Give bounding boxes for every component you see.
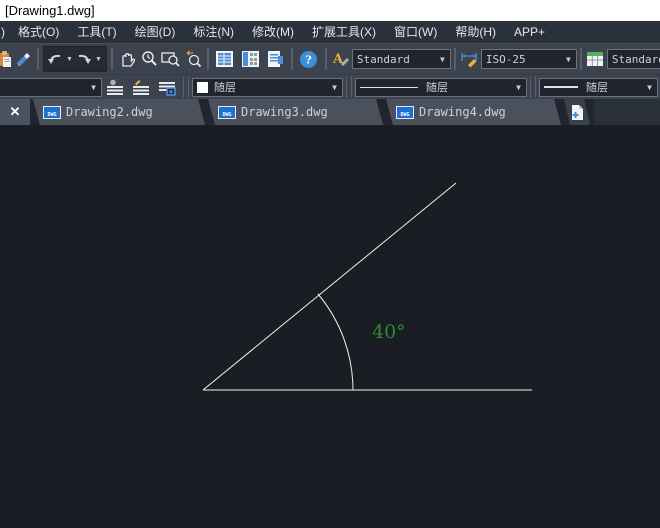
- lineweight-value: 随层: [586, 79, 608, 95]
- color-swatch: [197, 82, 208, 93]
- lineweight-sample: [544, 86, 578, 88]
- diagonal-line: [203, 183, 456, 390]
- sheet-set-icon[interactable]: [264, 47, 288, 71]
- window-title: [Drawing1.dwg]: [5, 3, 95, 18]
- table-style-combobox[interactable]: Standard ▼: [607, 49, 660, 69]
- pan-icon[interactable]: [116, 47, 138, 71]
- zoom-realtime-icon[interactable]: [138, 47, 160, 71]
- redo-icon[interactable]: [75, 47, 93, 71]
- layer-states-icon[interactable]: [128, 75, 154, 99]
- dim-style-combobox[interactable]: ISO-25 ▼: [481, 49, 577, 69]
- zoom-window-icon[interactable]: [160, 47, 182, 71]
- chevron-down-icon[interactable]: ▼: [564, 55, 573, 64]
- tab-drawing4[interactable]: DWG Drawing4.dwg: [386, 99, 561, 125]
- menu-item-dimension[interactable]: 标注(N): [184, 21, 243, 43]
- toolbar-separator: [530, 76, 536, 98]
- chevron-down-icon[interactable]: ▼: [514, 83, 523, 92]
- table-style-icon[interactable]: [585, 47, 607, 71]
- chevron-down-icon[interactable]: ▼: [330, 83, 339, 92]
- close-icon: ✕: [10, 104, 21, 120]
- undo-redo-group: ▼ ▼: [43, 46, 107, 72]
- tab-drawing3[interactable]: DWG Drawing3.dwg: [208, 99, 383, 125]
- tab-label: Drawing2.dwg: [66, 105, 153, 119]
- svg-text:?: ?: [306, 53, 312, 66]
- angle-dimension-label: 40°: [372, 321, 406, 343]
- tab-bar-spacer: [594, 99, 660, 125]
- color-value: 随层: [214, 79, 236, 95]
- title-bar: [Drawing1.dwg]: [0, 0, 660, 21]
- linetype-value: 随层: [426, 79, 448, 95]
- menu-item-draw[interactable]: 绘图(D): [126, 21, 185, 43]
- menu-item-partial[interactable]: ): [1, 25, 9, 39]
- application-window: [Drawing1.dwg] ) 格式(O) 工具(T) 绘图(D) 标注(N)…: [0, 0, 660, 528]
- text-style-combobox[interactable]: Standard ▼: [352, 49, 451, 69]
- redo-dropdown-icon[interactable]: ▼: [93, 56, 104, 63]
- linetype-sample: [360, 87, 418, 88]
- tab-drawing2[interactable]: DWG Drawing2.dwg: [33, 99, 205, 125]
- dim-style-icon[interactable]: [459, 47, 481, 71]
- text-style-icon[interactable]: A: [330, 47, 352, 71]
- menu-item-help[interactable]: 帮助(H): [446, 21, 505, 43]
- help-icon[interactable]: ?: [296, 47, 322, 71]
- dwg-file-icon: DWG: [396, 106, 414, 119]
- layer-properties-icon[interactable]: [102, 75, 128, 99]
- color-combobox[interactable]: 随层 ▼: [192, 78, 343, 97]
- angle-arc: [318, 294, 353, 390]
- menu-item-modify[interactable]: 修改(M): [243, 21, 303, 43]
- menu-item-format[interactable]: 格式(O): [9, 21, 68, 43]
- new-file-icon: [570, 104, 585, 121]
- menu-item-tools[interactable]: 工具(T): [68, 21, 125, 43]
- toolbar-separator: [37, 48, 39, 70]
- dwg-file-icon: DWG: [218, 106, 236, 119]
- toolbar-layers-properties: ▼ 随层 ▼ 随层 ▼ 随层 ▼: [0, 74, 660, 99]
- text-style-value: Standard: [357, 53, 410, 66]
- dwg-file-icon: DWG: [43, 106, 61, 119]
- make-layer-current-icon[interactable]: [154, 75, 180, 99]
- tab-label: Drawing4.dwg: [419, 105, 506, 119]
- linetype-combobox[interactable]: 随层 ▼: [355, 78, 527, 97]
- properties-palette-icon[interactable]: [212, 47, 238, 71]
- layer-combobox[interactable]: ▼: [0, 78, 102, 97]
- toolbar-separator: [183, 76, 189, 98]
- toolbar-separator: [291, 48, 293, 70]
- angle-drawing: 40°: [0, 125, 660, 528]
- zoom-previous-icon[interactable]: [182, 47, 204, 71]
- close-document-button[interactable]: ✕: [0, 99, 30, 125]
- toolbar-separator: [207, 48, 209, 70]
- toolbar-separator: [325, 48, 327, 70]
- chevron-down-icon[interactable]: ▼: [89, 83, 98, 92]
- format-painter-icon[interactable]: [12, 47, 34, 71]
- drawing-canvas[interactable]: 40°: [0, 125, 660, 528]
- undo-dropdown-icon[interactable]: ▼: [64, 56, 75, 63]
- toolbar-separator: [580, 48, 582, 70]
- tool-palettes-icon[interactable]: [238, 47, 264, 71]
- document-tab-bar: ✕ DWG Drawing2.dwg DWG Drawing3.dwg DWG …: [0, 99, 660, 125]
- menu-item-express-tools[interactable]: 扩展工具(X): [303, 21, 385, 43]
- chevron-down-icon[interactable]: ▼: [645, 83, 654, 92]
- undo-icon[interactable]: [46, 47, 64, 71]
- menu-item-window[interactable]: 窗口(W): [385, 21, 446, 43]
- lineweight-combobox[interactable]: 随层 ▼: [539, 78, 658, 97]
- menu-item-app-plus[interactable]: APP+: [505, 21, 554, 43]
- toolbar-standard: ▼ ▼ ?: [0, 43, 660, 74]
- toolbar-separator: [111, 48, 113, 70]
- paste-icon[interactable]: [0, 47, 12, 71]
- toolbar-separator: [346, 76, 352, 98]
- chevron-down-icon[interactable]: ▼: [438, 55, 447, 64]
- new-drawing-button[interactable]: [564, 99, 590, 125]
- tab-label: Drawing3.dwg: [241, 105, 328, 119]
- table-style-value: Standard: [612, 53, 660, 66]
- menu-bar: ) 格式(O) 工具(T) 绘图(D) 标注(N) 修改(M) 扩展工具(X) …: [0, 21, 660, 43]
- toolbar-separator: [454, 48, 456, 70]
- dim-style-value: ISO-25: [486, 53, 526, 66]
